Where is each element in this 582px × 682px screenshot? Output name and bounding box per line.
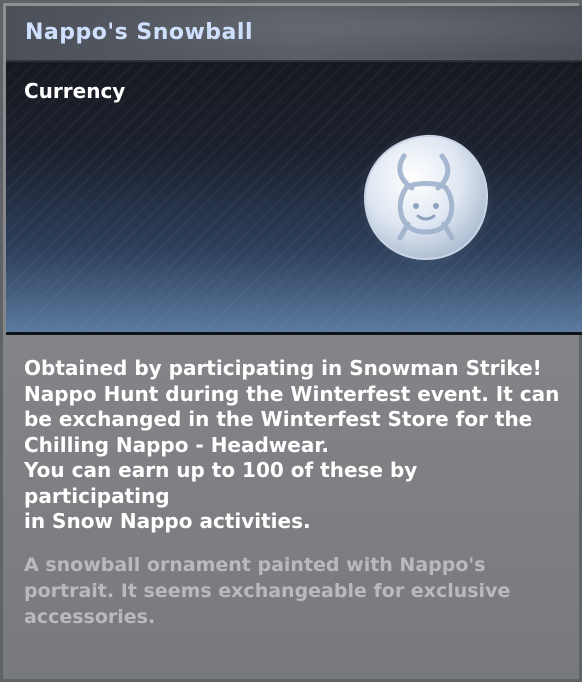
item-flavor-text: A snowball ornament painted with Nappo's… — [24, 552, 564, 630]
description-line: be exchanged in the Winterfest Store for… — [24, 407, 533, 431]
item-banner: Currency — [6, 62, 582, 335]
flavor-line: A snowball ornament painted with Nappo's — [24, 554, 486, 576]
flavor-line: portrait. It seems exchangeable for excl… — [24, 580, 511, 602]
description-line: Nappo Hunt during the Winterfest event. … — [24, 381, 560, 406]
item-tooltip-panel: Nappo's Snowball Currency Obtained by pa… — [0, 0, 582, 682]
snowball-nappo-icon — [356, 128, 496, 268]
tooltip-title-bar: Nappo's Snowball — [6, 6, 582, 62]
description-line: in Snow Nappo activities. — [24, 509, 311, 533]
item-description: Obtained by participating in Snowman Str… — [24, 356, 569, 535]
item-name: Nappo's Snowball — [25, 20, 253, 45]
description-line: You can earn up to 100 of these by parti… — [24, 458, 418, 508]
description-line: Obtained by participating in Snowman Str… — [24, 356, 542, 380]
description-line: Chilling Nappo - Headwear. — [24, 432, 329, 457]
flavor-line: accessories. — [24, 606, 156, 628]
item-category: Currency — [24, 79, 126, 103]
